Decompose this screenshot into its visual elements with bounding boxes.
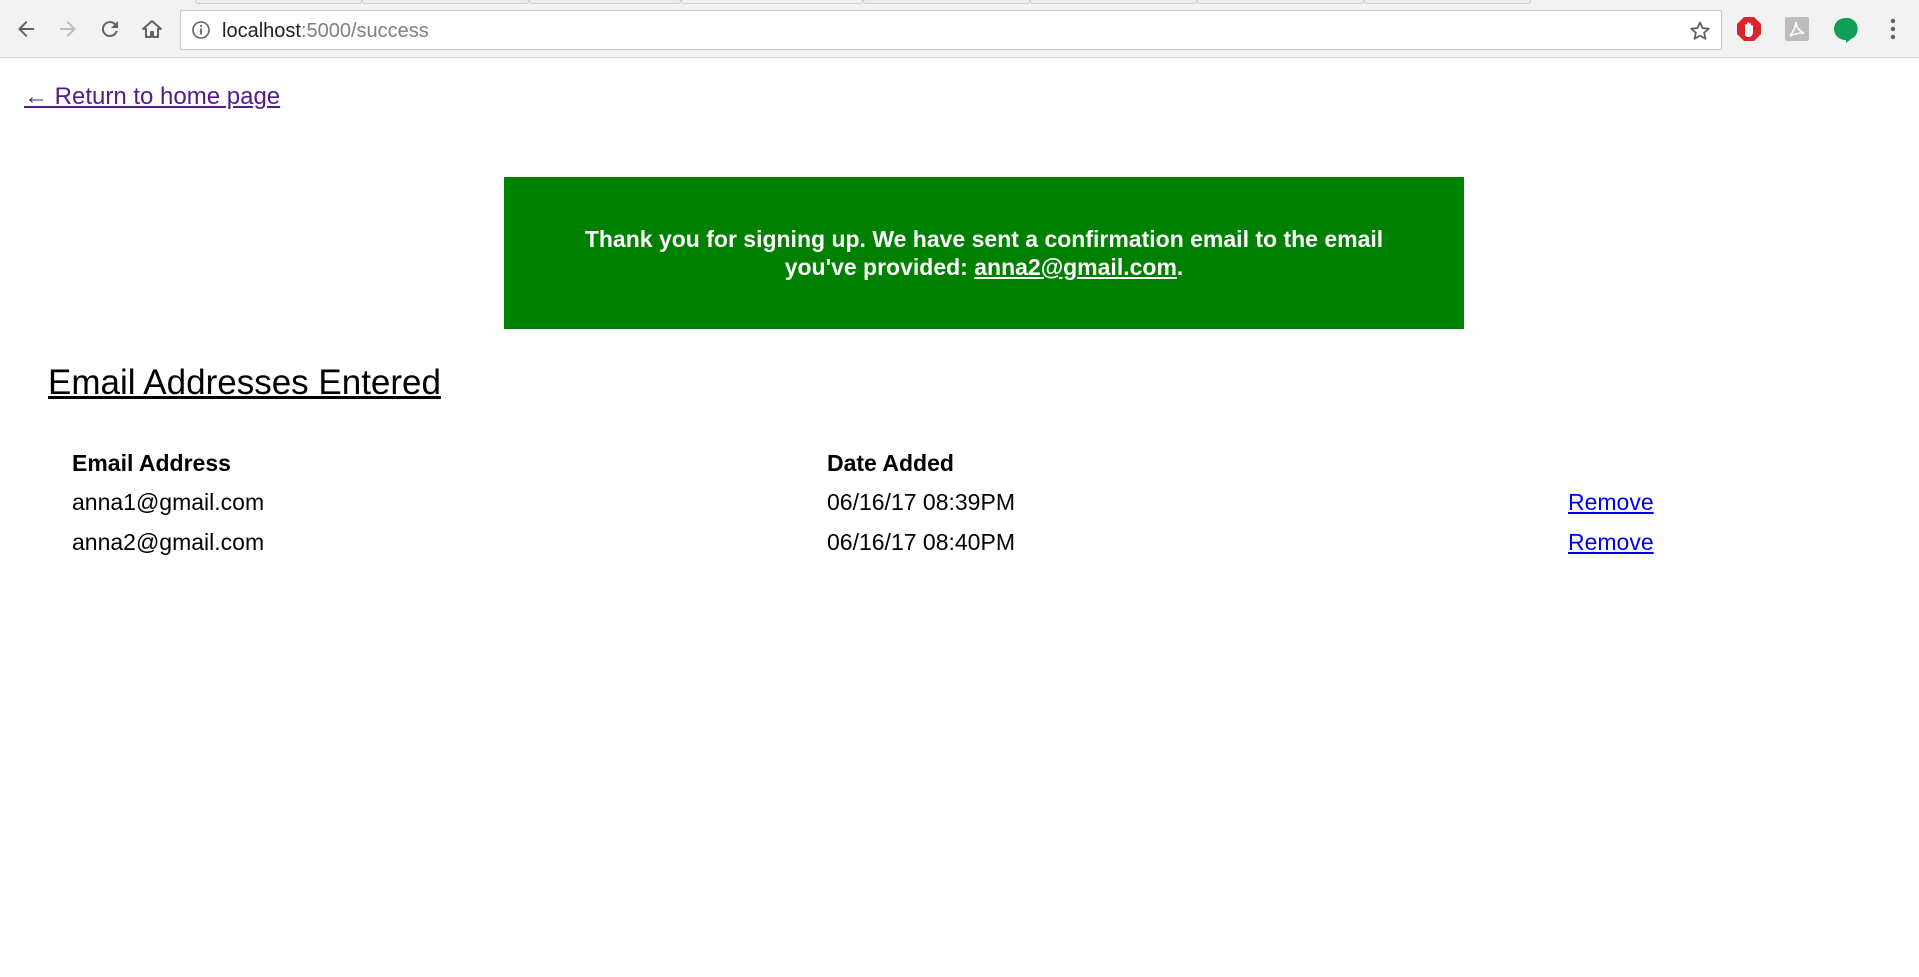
email-cell: anna1@gmail.com	[72, 489, 265, 515]
section-title: Email Addresses Entered	[48, 363, 441, 402]
tab[interactable]	[1197, 0, 1364, 4]
menu-kebab-icon[interactable]	[1879, 15, 1907, 43]
tab-strip	[0, 0, 1919, 4]
pdf-extension-icon[interactable]	[1783, 15, 1811, 43]
forward-arrow-icon	[60, 21, 76, 37]
column-header-email: Email Address	[72, 450, 231, 476]
info-icon[interactable]	[191, 20, 211, 40]
tab[interactable]	[1030, 0, 1197, 4]
tab-active[interactable]	[681, 0, 863, 4]
confirmation-email-link[interactable]: anna2@gmail.com	[974, 254, 1177, 280]
browser-toolbar: localhost:5000/success	[0, 0, 1919, 58]
back-arrow-icon	[18, 21, 34, 37]
home-button[interactable]	[137, 14, 167, 44]
column-header-date: Date Added	[827, 450, 954, 476]
bookmark-star-icon[interactable]	[1688, 19, 1712, 43]
success-message: Thank you for signing up. We have sent a…	[584, 226, 1384, 280]
address-bar[interactable]: localhost:5000/success	[180, 10, 1722, 50]
tab[interactable]	[362, 0, 529, 4]
reload-icon	[101, 21, 118, 38]
date-cell: 06/16/17 08:40PM	[827, 529, 1015, 555]
return-home-link[interactable]: ← Return to home page	[24, 83, 280, 111]
adblock-extension-icon[interactable]	[1735, 15, 1763, 43]
reload-button[interactable]	[95, 14, 125, 44]
chat-extension-icon[interactable]	[1831, 15, 1859, 43]
success-banner: Thank you for signing up. We have sent a…	[504, 177, 1464, 329]
tab[interactable]	[195, 0, 362, 4]
email-cell: anna2@gmail.com	[72, 529, 265, 555]
date-cell: 06/16/17 08:39PM	[827, 489, 1015, 515]
back-button[interactable]	[11, 14, 41, 44]
tab[interactable]	[863, 0, 1030, 4]
remove-link[interactable]: Remove	[1568, 489, 1654, 516]
remove-link[interactable]: Remove	[1568, 529, 1654, 556]
url-text: localhost:5000/success	[222, 20, 429, 42]
forward-button[interactable]	[53, 14, 83, 44]
home-icon	[142, 20, 162, 38]
tab[interactable]	[529, 0, 681, 4]
tab[interactable]	[1364, 0, 1531, 4]
